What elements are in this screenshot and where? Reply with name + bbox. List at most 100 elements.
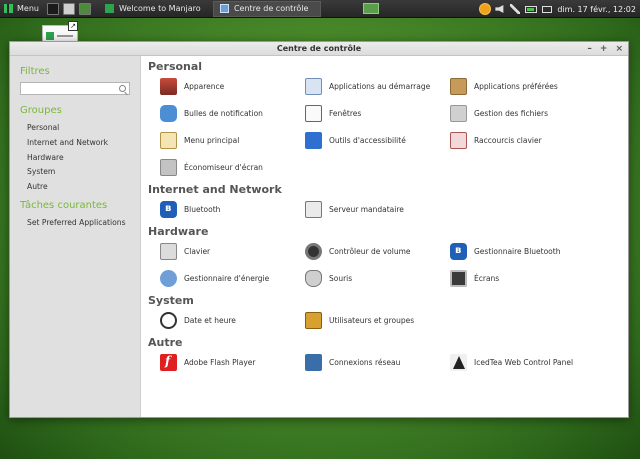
item-label: Souris xyxy=(329,274,353,283)
item-accessibility[interactable]: Outils d'accessibilité xyxy=(305,131,450,150)
item-startup-applications[interactable]: Applications au démarrage xyxy=(305,77,450,96)
item-label: Bulles de notification xyxy=(184,109,263,118)
item-label: Menu principal xyxy=(184,136,240,145)
accessibility-icon xyxy=(305,132,322,149)
item-screens[interactable]: Écrans xyxy=(450,269,600,288)
item-main-menu[interactable]: Menu principal xyxy=(160,131,305,150)
item-label: Apparence xyxy=(184,82,225,91)
filter-input[interactable] xyxy=(21,83,113,94)
network-icon xyxy=(305,354,322,371)
bluetooth-icon xyxy=(450,243,467,260)
item-appearance[interactable]: Apparence xyxy=(160,77,305,96)
date-time-icon xyxy=(160,312,177,329)
group-system[interactable]: System xyxy=(20,165,140,180)
pen-icon[interactable] xyxy=(510,4,521,14)
maximize-button[interactable]: + xyxy=(600,42,608,56)
item-proxy-server[interactable]: Serveur mandataire xyxy=(305,200,450,219)
task-control-center[interactable]: Centre de contrôle xyxy=(212,0,321,17)
section-title-internet-network: Internet and Network xyxy=(148,183,282,196)
item-label: Date et heure xyxy=(184,316,236,325)
manjaro-logo-icon xyxy=(4,4,13,13)
section-internet-network-grid: Bluetooth Serveur mandataire xyxy=(160,200,628,219)
groups-heading: Groupes xyxy=(20,105,62,116)
item-label: Écrans xyxy=(474,274,500,283)
task-set-preferred-applications[interactable]: Set Preferred Applications xyxy=(20,216,140,231)
welcome-app-icon xyxy=(104,4,114,13)
group-hardware[interactable]: Hardware xyxy=(20,151,140,166)
volume-control-icon xyxy=(305,243,322,260)
bluetooth-icon xyxy=(160,201,177,218)
item-network-connections[interactable]: Connexions réseau xyxy=(305,353,450,372)
item-notification-bubbles[interactable]: Bulles de notification xyxy=(160,104,305,123)
group-personal[interactable]: Personal xyxy=(20,121,140,136)
item-label: Gestionnaire d'énergie xyxy=(184,274,270,283)
item-preferred-applications[interactable]: Applications préférées xyxy=(450,77,600,96)
preferred-applications-icon xyxy=(450,78,467,95)
window-titlebar[interactable]: Centre de contrôle – + × xyxy=(10,42,628,56)
shortcut-arrow-icon: ↗ xyxy=(68,21,78,31)
item-bluetooth-manager[interactable]: Gestionnaire Bluetooth xyxy=(450,242,600,261)
item-label: Applications préférées xyxy=(474,82,558,91)
file-manager-launcher-icon[interactable] xyxy=(62,2,75,15)
item-icedtea-control-panel[interactable]: IcedTea Web Control Panel xyxy=(450,353,600,372)
filter-field[interactable] xyxy=(20,82,130,95)
control-center-window: Centre de contrôle – + × Filtres Groupes… xyxy=(9,41,629,418)
screensaver-icon xyxy=(160,159,177,176)
item-label: Outils d'accessibilité xyxy=(329,136,406,145)
item-label: Applications au démarrage xyxy=(329,82,431,91)
item-keyboard[interactable]: Clavier xyxy=(160,242,305,261)
power-icon xyxy=(160,270,177,287)
users-groups-icon xyxy=(305,312,322,329)
menu-button[interactable]: Menu xyxy=(0,0,45,18)
mail-icon[interactable] xyxy=(542,5,553,13)
icedtea-icon xyxy=(450,354,467,371)
clock[interactable]: dim. 17 févr., 12:02 xyxy=(557,5,636,14)
item-screensaver[interactable]: Économiseur d'écran xyxy=(160,158,305,177)
item-bluetooth[interactable]: Bluetooth xyxy=(160,200,305,219)
workspace-switcher[interactable] xyxy=(362,3,379,14)
file-management-icon xyxy=(450,105,467,122)
menu-label: Menu xyxy=(17,4,39,13)
battery-icon[interactable] xyxy=(525,5,538,13)
item-label: Raccourcis clavier xyxy=(474,136,542,145)
sidebar: Filtres Groupes Personal Internet and Ne… xyxy=(10,56,141,417)
volume-icon[interactable] xyxy=(495,5,504,13)
app-launcher-icon[interactable] xyxy=(78,2,91,15)
item-volume-control[interactable]: Contrôleur de volume xyxy=(305,242,450,261)
item-label: Utilisateurs et groupes xyxy=(329,316,415,325)
startup-applications-icon xyxy=(305,78,322,95)
task-label: Centre de contrôle xyxy=(233,4,309,13)
control-center-app-icon xyxy=(219,4,229,13)
item-windows[interactable]: Fenêtres xyxy=(305,104,450,123)
section-other-grid: Adobe Flash Player Connexions réseau Ice… xyxy=(160,353,628,372)
close-button[interactable]: × xyxy=(615,42,623,56)
item-users-groups[interactable]: Utilisateurs et groupes xyxy=(305,311,450,330)
item-keyboard-shortcuts[interactable]: Raccourcis clavier xyxy=(450,131,600,150)
keyboard-shortcuts-icon xyxy=(450,132,467,149)
section-title-personal: Personal xyxy=(148,60,203,73)
taskbar: Menu Welcome to Manjaro Centre de contrô… xyxy=(0,0,640,18)
item-file-management[interactable]: Gestion des fichiers xyxy=(450,104,600,123)
item-mouse[interactable]: Souris xyxy=(305,269,450,288)
section-hardware-grid: Clavier Contrôleur de volume Gestionnair… xyxy=(160,242,628,288)
item-date-time[interactable]: Date et heure xyxy=(160,311,305,330)
item-power-manager[interactable]: Gestionnaire d'énergie xyxy=(160,269,305,288)
task-welcome[interactable]: Welcome to Manjaro xyxy=(99,1,207,17)
section-title-other: Autre xyxy=(148,336,183,349)
settings-content: Personal Apparence Applications au démar… xyxy=(141,56,628,417)
task-label: Welcome to Manjaro xyxy=(118,4,201,13)
group-internet-network[interactable]: Internet and Network xyxy=(20,136,140,151)
section-title-system: System xyxy=(148,294,194,307)
main-menu-icon xyxy=(160,132,177,149)
item-label: Fenêtres xyxy=(329,109,362,118)
window-title: Centre de contrôle xyxy=(276,44,362,53)
search-icon[interactable] xyxy=(119,85,126,92)
weather-sun-icon[interactable] xyxy=(480,4,491,14)
minimize-button[interactable]: – xyxy=(587,42,592,56)
section-personal-grid: Apparence Applications au démarrage Appl… xyxy=(160,77,628,177)
terminal-launcher-icon[interactable] xyxy=(46,2,59,15)
group-other[interactable]: Autre xyxy=(20,180,140,195)
mouse-icon xyxy=(305,270,322,287)
item-adobe-flash-player[interactable]: Adobe Flash Player xyxy=(160,353,305,372)
item-label: Connexions réseau xyxy=(329,358,401,367)
